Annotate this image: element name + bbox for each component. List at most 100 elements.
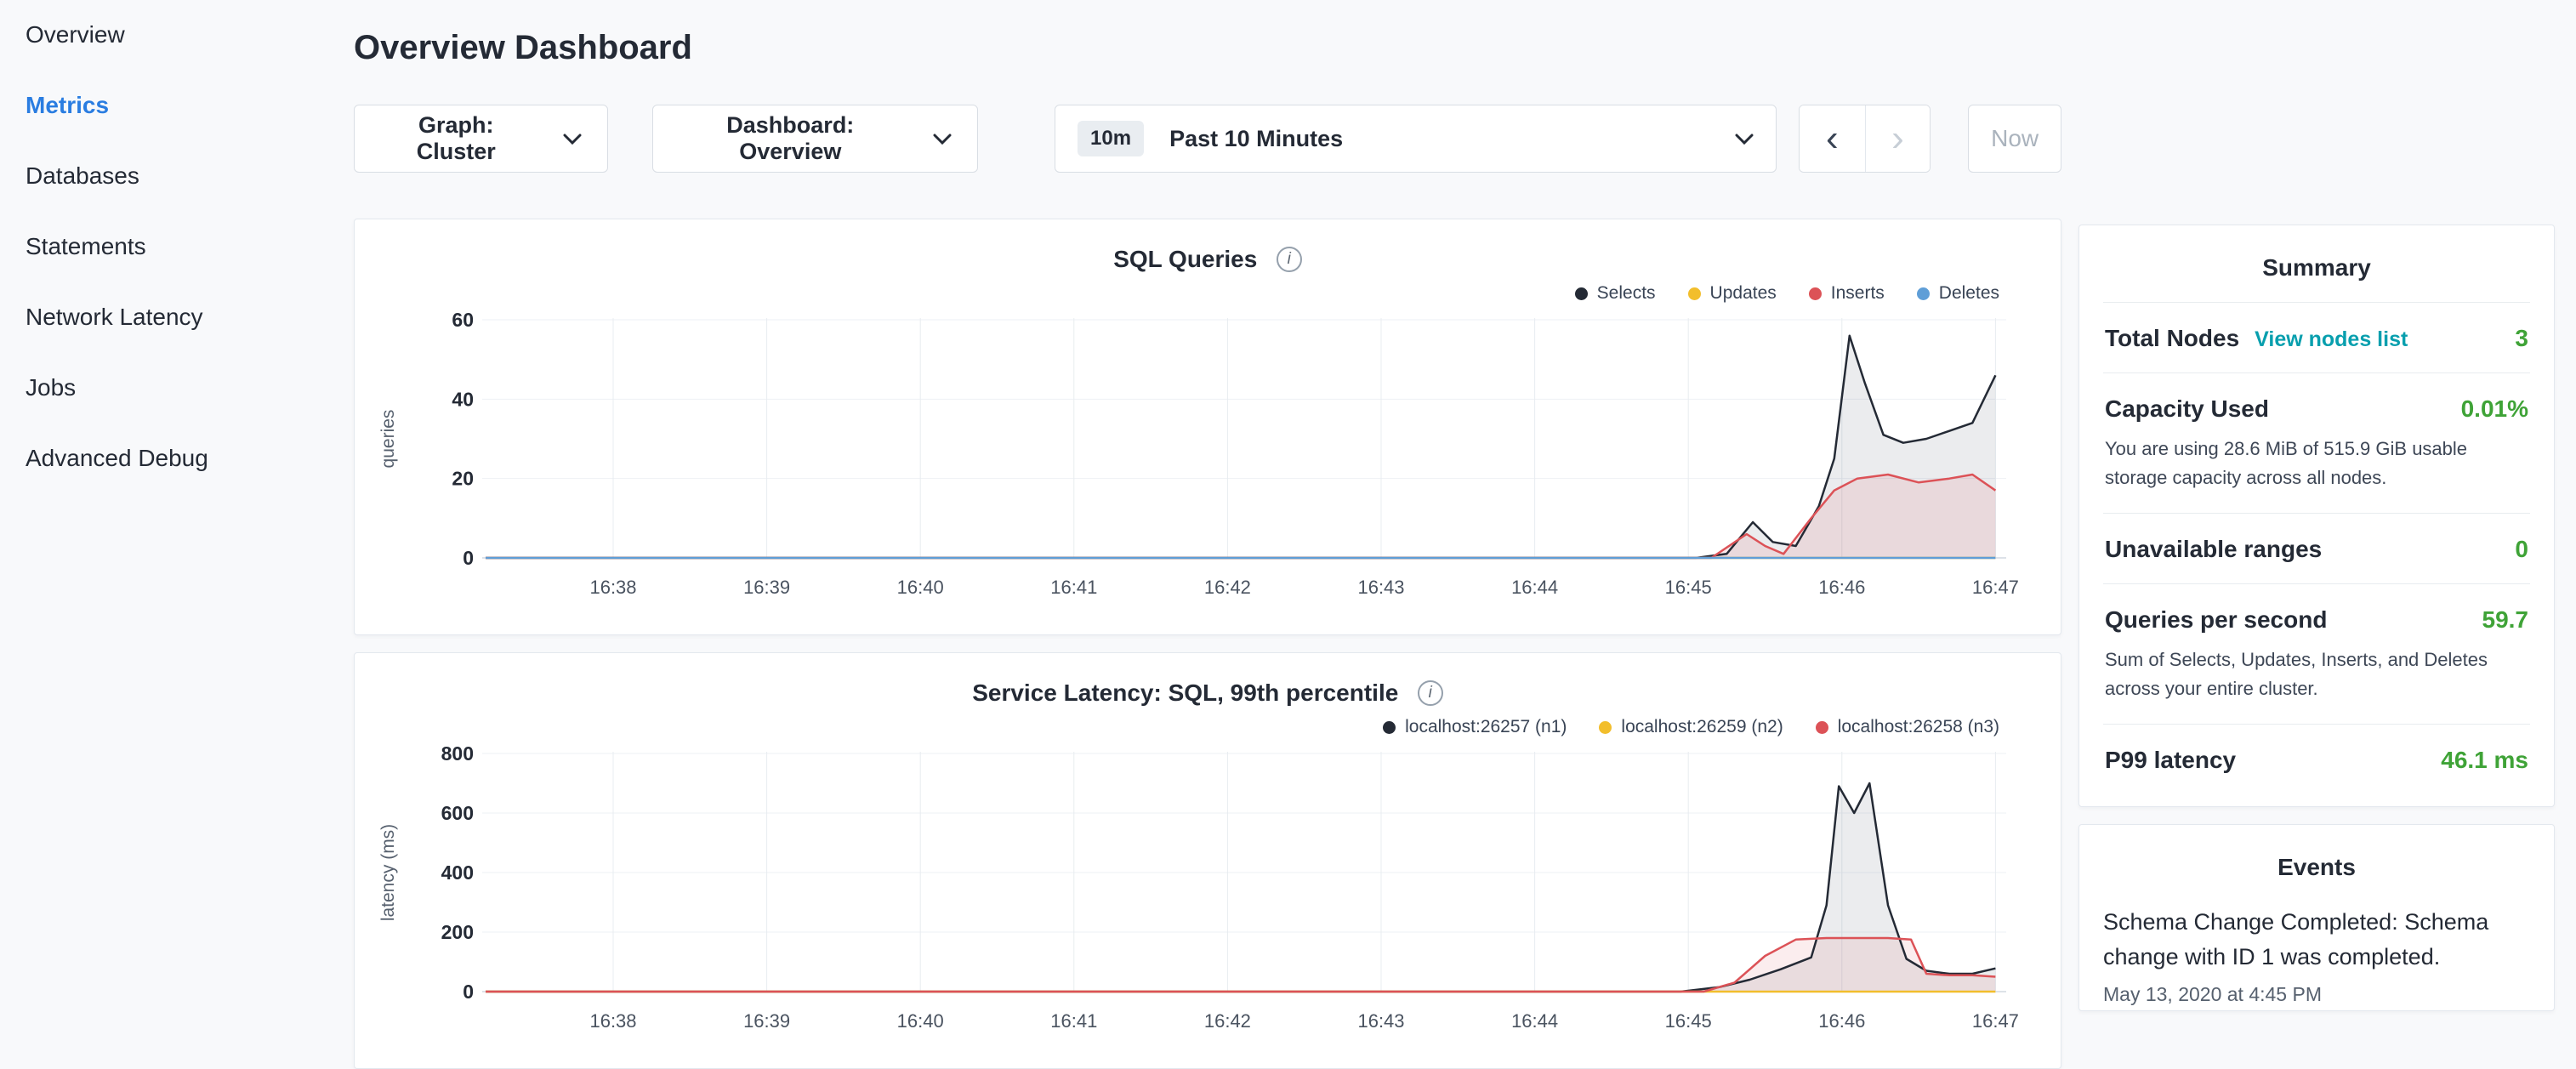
sidebar-item-overview[interactable]: Overview (26, 22, 340, 48)
graph-scope-dropdown[interactable]: Graph: Cluster (354, 105, 608, 173)
time-range-label: Past 10 Minutes (1169, 126, 1735, 152)
info-icon[interactable]: i (1277, 247, 1302, 272)
svg-text:16:44: 16:44 (1511, 577, 1558, 598)
svg-text:16:42: 16:42 (1204, 1010, 1251, 1032)
event-item[interactable]: Schema Change Completed: Schema change w… (2103, 905, 2530, 1006)
legend-item[interactable]: localhost:26258 (n3) (1816, 717, 1999, 737)
summary-rows: Total Nodes View nodes list 3 Capacity Used… (2103, 302, 2530, 794)
legend-label: localhost:26259 (n2) (1621, 717, 1783, 737)
time-forward-button[interactable]: › (1865, 105, 1931, 172)
summary-label: Capacity Used (2105, 395, 2269, 423)
chart-title: SQL Queries (1113, 246, 1257, 272)
svg-text:16:45: 16:45 (1665, 1010, 1712, 1032)
chart-plot[interactable]: 020406016:3816:3916:4016:4116:4216:4316:… (355, 308, 2059, 601)
svg-text:20: 20 (452, 468, 474, 490)
legend-dot (1383, 721, 1396, 734)
view-nodes-list-link[interactable]: View nodes list (2255, 327, 2408, 352)
summary-panel: Summary Total Nodes View nodes list 3 Capac… (2078, 225, 2555, 807)
info-icon[interactable]: i (1418, 680, 1443, 706)
legend-label: localhost:26257 (n1) (1405, 717, 1567, 737)
svg-text:0: 0 (463, 547, 474, 569)
summary-row: Capacity Used 0.01% You are using 28.6 MiB… (2103, 372, 2530, 513)
summary-label: Total Nodes (2105, 325, 2239, 352)
svg-text:16:39: 16:39 (743, 1010, 790, 1032)
graph-scope-label: Graph: Cluster (380, 112, 532, 165)
legend-item[interactable]: Selects (1575, 283, 1656, 304)
legend-label: Deletes (1939, 283, 1999, 304)
chevron-down-icon (1735, 134, 1754, 145)
svg-text:200: 200 (441, 921, 474, 943)
summary-value: 3 (2515, 325, 2528, 352)
summary-value: 46.1 ms (2441, 747, 2528, 774)
sidebar-item-jobs[interactable]: Jobs (26, 375, 340, 401)
summary-value: 0.01% (2461, 395, 2528, 423)
sidebar-item-network-latency[interactable]: Network Latency (26, 304, 340, 330)
right-sidebar: Summary Total Nodes View nodes list 3 Capac… (2078, 225, 2555, 1051)
events-panel-title: Events (2103, 825, 2530, 901)
legend-dot (1599, 721, 1612, 734)
svg-text:400: 400 (441, 861, 474, 884)
sidebar-nav-list: Overview Metrics Databases Statements Networ… (26, 22, 340, 471)
main-content: Overview Dashboard Graph: Cluster Dashbo… (340, 0, 2061, 1051)
now-button[interactable]: Now (1968, 105, 2061, 173)
chevron-down-icon (563, 134, 582, 145)
legend-item[interactable]: localhost:26257 (n1) (1383, 717, 1567, 737)
svg-text:60: 60 (452, 309, 474, 331)
summary-row: Unavailable ranges 0 (2103, 513, 2530, 583)
legend-dot (1688, 287, 1701, 300)
legend-dot (1575, 287, 1588, 300)
legend-item[interactable]: localhost:26259 (n2) (1599, 717, 1783, 737)
dashboard-select-dropdown[interactable]: Dashboard: Overview (652, 105, 978, 173)
svg-text:16:42: 16:42 (1204, 577, 1251, 598)
chart-title: Service Latency: SQL, 99th percentile (972, 679, 1398, 706)
summary-value: 0 (2515, 536, 2528, 563)
svg-text:16:41: 16:41 (1050, 1010, 1097, 1032)
svg-text:0: 0 (463, 981, 474, 1003)
dashboard-controls: Graph: Cluster Dashboard: Overview 10m P… (354, 105, 2061, 173)
y-axis-label: latency (ms) (378, 824, 398, 921)
time-range-badge: 10m (1078, 121, 1144, 156)
page-title: Overview Dashboard (354, 29, 2061, 67)
legend-label: localhost:26258 (n3) (1838, 717, 1999, 737)
app-root: Overview Metrics Databases Statements Networ… (0, 0, 2576, 1051)
chart-title-row: SQL Queries i (355, 242, 2061, 277)
svg-text:16:40: 16:40 (897, 577, 944, 598)
summary-panel-title: Summary (2103, 225, 2530, 302)
legend-item[interactable]: Deletes (1917, 283, 1999, 304)
chevron-right-icon: › (1891, 117, 1904, 159)
svg-text:16:44: 16:44 (1511, 1010, 1558, 1032)
svg-text:600: 600 (441, 802, 474, 824)
time-back-button[interactable]: ‹ (1800, 105, 1865, 172)
sidebar-item-advanced-debug[interactable]: Advanced Debug (26, 446, 340, 471)
events-panel: Events Schema Change Completed: Schema c… (2078, 824, 2555, 1011)
legend-dot (1816, 721, 1828, 734)
chart-plot[interactable]: 020040060080016:3816:3916:4016:4116:4216… (355, 742, 2059, 1035)
chart-legend: localhost:26257 (n1) localhost:26259 (n2)… (355, 714, 2061, 740)
sidebar-item-statements[interactable]: Statements (26, 234, 340, 259)
event-timestamp: May 13, 2020 at 4:45 PM (2103, 983, 2530, 1006)
legend-dot (1917, 287, 1930, 300)
sql-queries-chart-card: SQL Queries i Selects Updates Inserts Delet… (354, 219, 2061, 635)
sidebar: Overview Metrics Databases Statements Networ… (0, 0, 340, 1051)
sidebar-item-databases[interactable]: Databases (26, 163, 340, 189)
dashboard-select-label: Dashboard: Overview (679, 112, 902, 165)
svg-text:16:45: 16:45 (1665, 577, 1712, 598)
legend-item[interactable]: Updates (1688, 283, 1777, 304)
legend-label: Updates (1710, 283, 1777, 304)
time-pager: ‹ › (1799, 105, 1931, 173)
summary-label: Unavailable ranges (2105, 536, 2322, 563)
svg-text:16:46: 16:46 (1818, 577, 1865, 598)
svg-text:16:40: 16:40 (897, 1010, 944, 1032)
chart-legend: Selects Updates Inserts Deletes (355, 281, 2061, 306)
summary-row: Total Nodes View nodes list 3 (2103, 302, 2530, 372)
time-range-dropdown[interactable]: 10m Past 10 Minutes (1055, 105, 1777, 173)
legend-item[interactable]: Inserts (1809, 283, 1885, 304)
svg-text:16:38: 16:38 (589, 1010, 636, 1032)
svg-text:40: 40 (452, 388, 474, 410)
summary-row: Queries per second59.7Sum of Selects, Up… (2103, 583, 2530, 724)
summary-description: You are using 28.6 MiB of 515.9 GiB usab… (2105, 435, 2528, 492)
summary-label: P99 latency (2105, 747, 2236, 774)
charts-column: SQL Queries i Selects Updates Inserts Delet… (354, 219, 2061, 1069)
summary-label: Queries per second (2105, 606, 2327, 634)
sidebar-item-metrics[interactable]: Metrics (26, 93, 340, 118)
